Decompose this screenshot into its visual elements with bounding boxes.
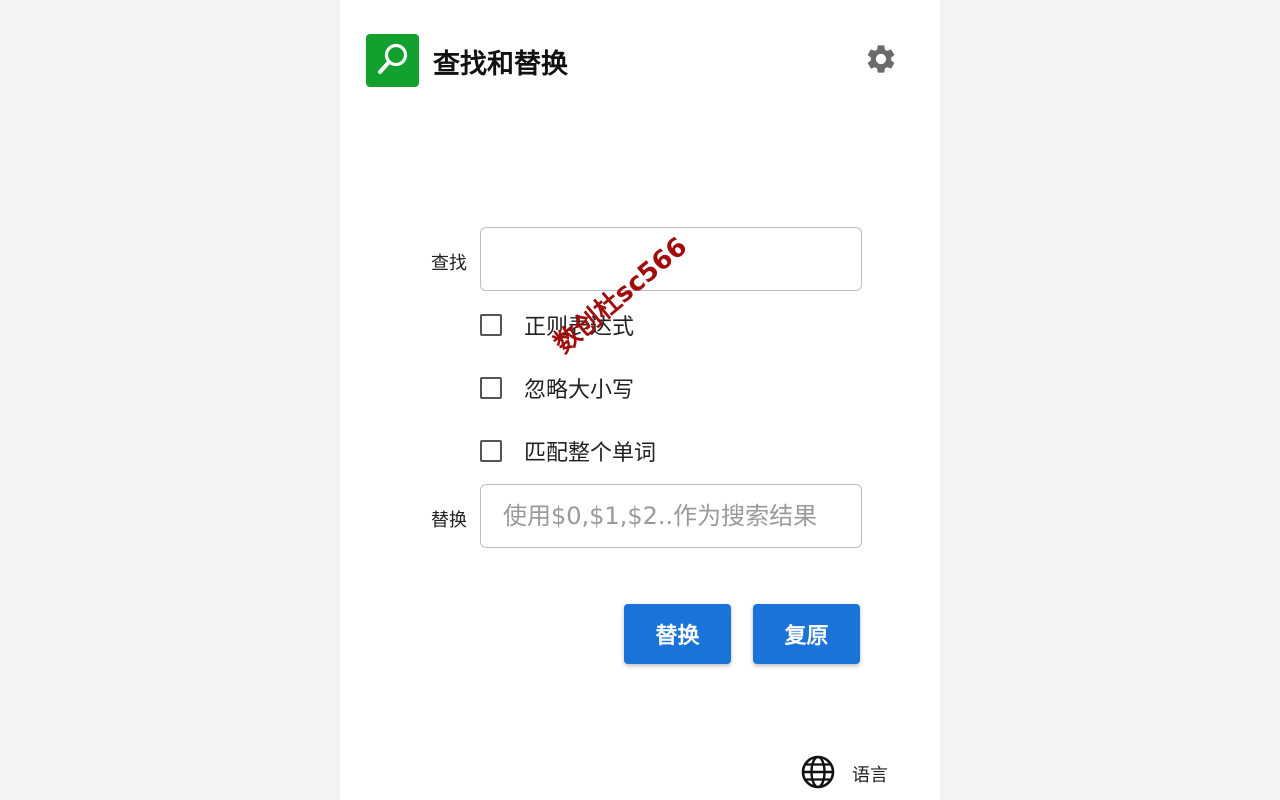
option-regex[interactable]: 正则表达式 [480, 310, 634, 340]
find-label: 查找 [431, 253, 467, 274]
option-ignore-case[interactable]: 忽略大小写 [480, 373, 634, 403]
language-selector[interactable]: 语言 [800, 754, 888, 794]
whole-word-label: 匹配整个单词 [524, 441, 657, 466]
replace-input[interactable] [480, 484, 862, 548]
settings-button[interactable] [862, 42, 900, 80]
regex-checkbox[interactable] [480, 314, 502, 336]
language-label: 语言 [852, 765, 888, 786]
regex-label: 正则表达式 [524, 315, 635, 340]
replace-button[interactable]: 替换 [624, 604, 731, 664]
find-input[interactable] [480, 227, 862, 291]
gear-icon [864, 42, 898, 80]
option-whole-word[interactable]: 匹配整个单词 [480, 436, 656, 466]
find-replace-panel: 查找和替换 查找 正则表达式 忽略大小写 匹配整个单词 替换 替换 复原 [340, 0, 940, 800]
app-logo [366, 34, 419, 87]
ignore-case-checkbox[interactable] [480, 377, 502, 399]
globe-icon [800, 754, 836, 794]
whole-word-checkbox[interactable] [480, 440, 502, 462]
app-title: 查找和替换 [433, 49, 568, 80]
restore-button[interactable]: 复原 [753, 604, 860, 664]
search-icon [374, 40, 412, 82]
replace-label: 替换 [431, 510, 467, 531]
ignore-case-label: 忽略大小写 [524, 378, 635, 403]
